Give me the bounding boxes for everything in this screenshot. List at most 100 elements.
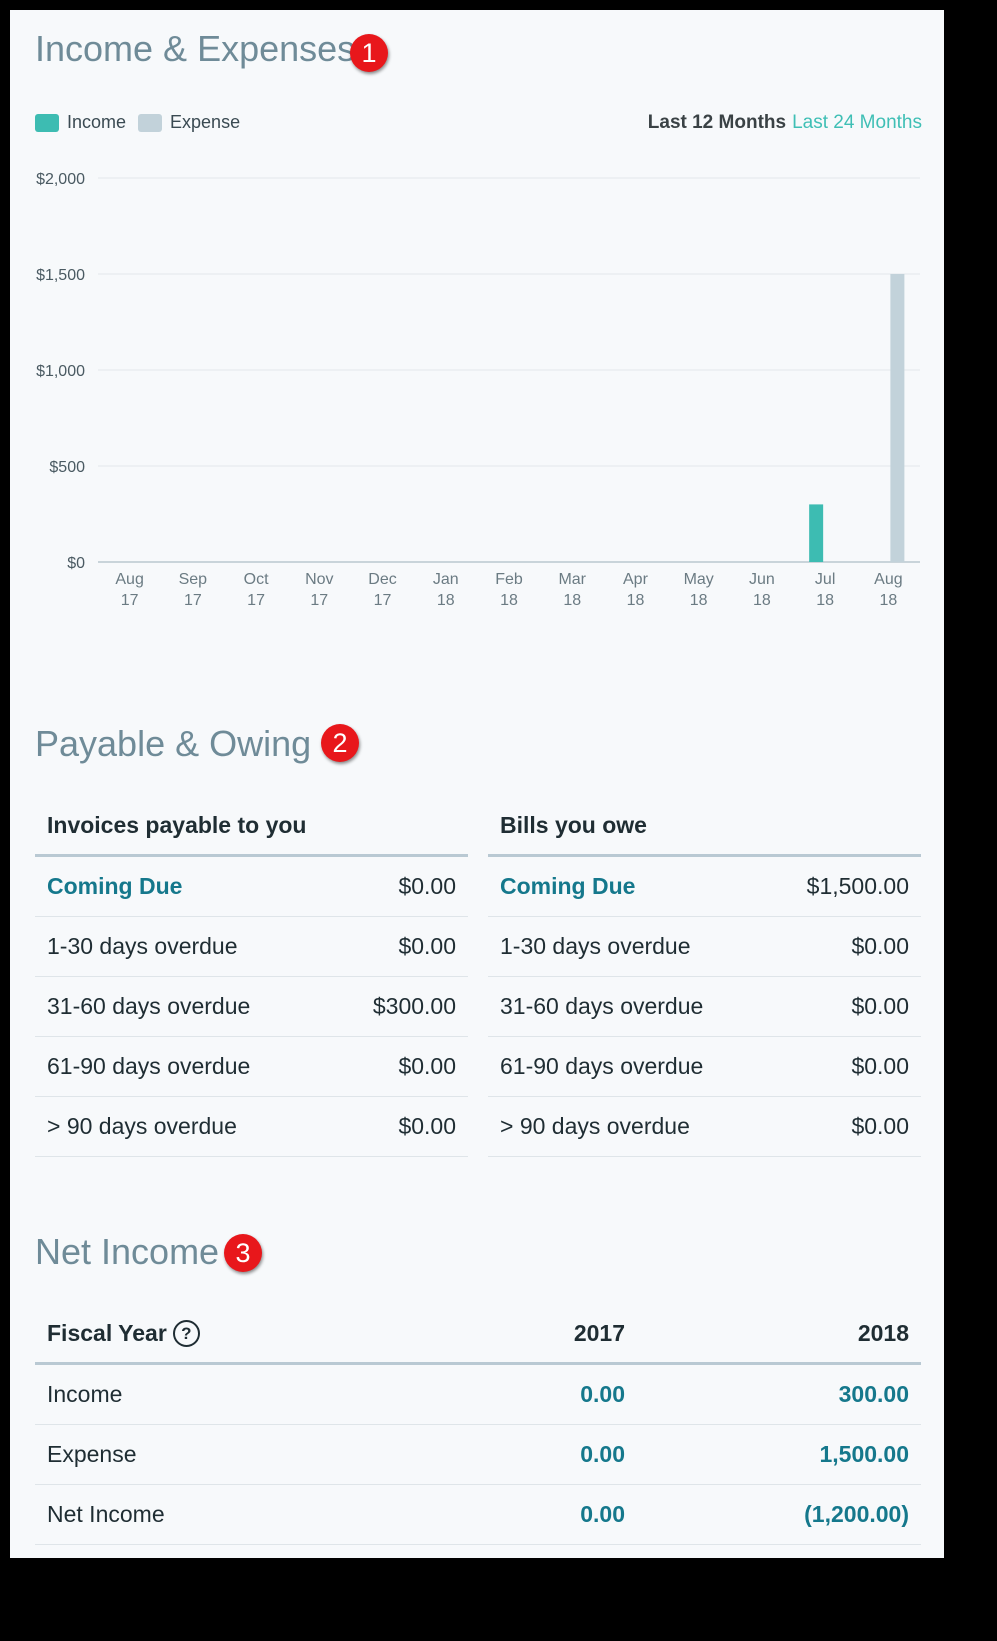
legend-item-expense: Expense [138,112,240,133]
y-tick-label: $2,000 [36,171,85,188]
table-row: 31-60 days overdue $300.00 [35,976,468,1037]
bill-row-amount: $0.00 [766,1096,921,1157]
net-income-table: Fiscal Year? 2017 2018 Income 0.00 300.00 E… [35,1304,921,1545]
x-tick-label: 18 [627,592,645,609]
income-expense-chart: $0 $500 $1,000 $1,500 $2,000 Aug 17 Sep 17 Oct 17 N… [36,171,920,609]
x-tick-label: 18 [879,592,897,609]
table-row: 61-90 days overdue $0.00 [35,1036,468,1097]
x-tick-label: 17 [184,592,202,609]
x-tick-label: 18 [437,592,455,609]
x-tick-label: Jan [433,571,459,588]
invoice-row-amount: $0.00 [329,916,468,977]
bill-row-amount: $0.00 [766,916,921,977]
bill-row-label: 61-90 days overdue [488,1036,767,1097]
invoices-table: Invoices payable to you Coming Due $0.00 1… [35,796,468,1157]
invoices-heading: Invoices payable to you [35,796,468,857]
x-tick-label: 17 [247,592,265,609]
x-tick-label: Nov [305,571,333,588]
x-tick-label: Aug [115,571,143,588]
x-tick-label: 18 [753,592,771,609]
table-row: Coming Due $1,500.00 [488,855,921,917]
year-2018-header: 2018 [637,1304,921,1365]
x-tick-label: Sep [179,571,208,588]
y-tick-label: $500 [49,459,85,476]
bill-row-amount: $1,500.00 [766,855,921,917]
legend-label-expense: Expense [170,112,241,132]
x-tick-label: Feb [495,571,523,588]
table-row: > 90 days overdue $0.00 [35,1096,468,1157]
x-tick-label: 17 [310,592,328,609]
x-tick-label: Dec [368,571,396,588]
x-tick-label: 18 [690,592,708,609]
net-income-row-label: Net Income [35,1484,399,1545]
bill-row-label: 31-60 days overdue [488,976,767,1037]
invoice-row-label: 31-60 days overdue [35,976,330,1037]
x-tick-label: 17 [374,592,392,609]
x-tick-label: Jul [815,571,835,588]
range-selector: Last 12 Months Last 24 Months [648,112,922,134]
net-income-row-label: Expense [35,1424,399,1485]
income-swatch [35,113,59,132]
value-2018[interactable]: (1,200.00) [637,1484,921,1545]
year-2017-header: 2017 [399,1304,637,1365]
bill-row-amount: $0.00 [766,976,921,1037]
net-income-row-label: Income [35,1363,399,1425]
bill-row-label: > 90 days overdue [488,1096,767,1157]
chart-legend: Income Expense [35,112,252,133]
invoice-row-amount: $0.00 [329,855,468,917]
y-tick-label: $1,500 [36,267,85,284]
x-tick-label: Aug [874,571,902,588]
bar-income [809,504,824,562]
invoice-row-amount: $0.00 [329,1036,468,1097]
callout-marker-2: 2 [321,724,359,762]
net-income-title: Net Income [35,1231,220,1272]
x-tick-label: Apr [623,571,649,588]
callout-marker-3: 3 [224,1234,262,1272]
fiscal-year-label: Fiscal Year [47,1319,167,1346]
invoice-row-amount: $300.00 [329,976,468,1037]
table-row: 61-90 days overdue $0.00 [488,1036,921,1097]
payable-owing-title: Payable & Owing [35,723,312,764]
invoice-row-label: 1-30 days overdue [35,916,330,977]
x-tick-label: May [684,571,714,588]
range-last-24-months[interactable]: Last 24 Months [792,112,922,134]
bill-row-label[interactable]: Coming Due [488,855,767,917]
value-2017[interactable]: 0.00 [399,1424,637,1485]
value-2018[interactable]: 300.00 [637,1363,921,1425]
invoice-row-label: > 90 days overdue [35,1096,330,1157]
value-2018[interactable]: 1,500.00 [637,1424,921,1485]
table-row: 1-30 days overdue $0.00 [35,916,468,977]
table-row: 1-30 days overdue $0.00 [488,916,921,977]
value-2017[interactable]: 0.00 [399,1484,637,1545]
x-tick-label: 18 [563,592,581,609]
bar-expense [890,274,905,562]
bills-table: Bills you owe Coming Due $1,500.00 1-30 da… [488,796,921,1157]
bill-row-label: 1-30 days overdue [488,916,767,977]
x-tick-label: Mar [558,571,586,588]
dashboard-panel: Income & Expenses 1 Income Expense Last … [10,10,944,1558]
bills-heading: Bills you owe [488,796,921,857]
table-row: Income 0.00 300.00 [35,1363,921,1425]
table-row: Expense 0.00 1,500.00 [35,1424,921,1485]
x-tick-label: 17 [121,592,139,609]
invoice-row-amount: $0.00 [329,1096,468,1157]
range-last-12-months[interactable]: Last 12 Months [648,112,786,134]
invoice-row-label: 61-90 days overdue [35,1036,330,1097]
bill-row-amount: $0.00 [766,1036,921,1097]
income-expenses-title: Income & Expenses [35,28,356,69]
fiscal-year-header: Fiscal Year? [35,1304,399,1365]
invoice-row-label[interactable]: Coming Due [35,855,330,917]
y-tick-label: $0 [67,555,85,572]
table-row: 31-60 days overdue $0.00 [488,976,921,1037]
expense-swatch [138,113,163,132]
x-tick-label: 18 [816,592,834,609]
help-icon[interactable]: ? [172,1319,200,1347]
table-row: Net Income 0.00 (1,200.00) [35,1484,921,1545]
legend-item-income: Income [35,112,126,133]
y-tick-label: $1,000 [36,363,85,380]
value-2017[interactable]: 0.00 [399,1363,637,1425]
x-tick-label: Jun [749,571,775,588]
table-row: > 90 days overdue $0.00 [488,1096,921,1157]
table-row: Coming Due $0.00 [35,855,468,917]
x-tick-label: Oct [244,571,269,588]
